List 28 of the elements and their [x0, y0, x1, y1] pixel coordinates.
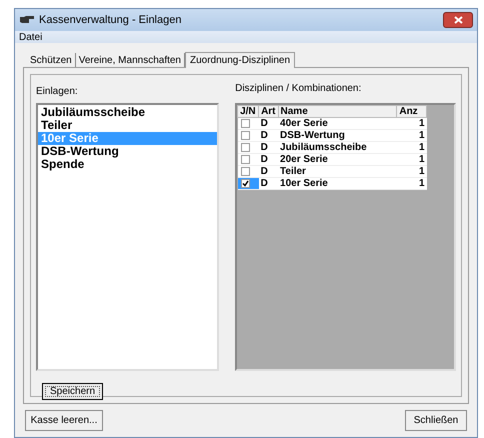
checkbox[interactable] [240, 178, 250, 188]
empty-cash-button[interactable]: Kasse leeren... [25, 410, 103, 431]
close-dialog-button[interactable]: Schließen [405, 410, 467, 431]
checkbox[interactable] [240, 154, 250, 164]
column-header: Anz [396, 106, 427, 118]
column-header: Art [258, 106, 278, 118]
column-header: Name [278, 106, 397, 118]
hand-icon [19, 15, 35, 25]
list-item[interactable]: DSB-Wertung [38, 145, 218, 158]
tab[interactable]: Zuordnung-Disziplinen [185, 52, 296, 68]
table-cell: 1 [396, 178, 427, 190]
list-item[interactable]: Jubiläumsscheibe [38, 106, 218, 119]
checkbox[interactable] [240, 142, 250, 152]
column-header: J/N [238, 106, 259, 118]
save-button[interactable]: Speichern [42, 383, 104, 400]
checkbox[interactable] [240, 118, 250, 128]
table-cell: 10er Serie [278, 178, 397, 190]
checkbox[interactable] [240, 166, 250, 176]
list-item[interactable]: Teiler [38, 119, 218, 132]
einlagen-label: Einlagen: [36, 85, 79, 99]
window-title: Kassenverwaltung - Einlagen [39, 12, 182, 28]
list-item[interactable]: Spende [38, 158, 218, 171]
checkbox[interactable] [240, 130, 250, 140]
close-icon [454, 16, 462, 24]
close-button[interactable] [443, 12, 473, 28]
menu-item[interactable]: Datei [19, 30, 42, 44]
table-cell: D [258, 178, 278, 190]
disziplinen-label: Disziplinen / Kombinationen: [235, 82, 362, 96]
